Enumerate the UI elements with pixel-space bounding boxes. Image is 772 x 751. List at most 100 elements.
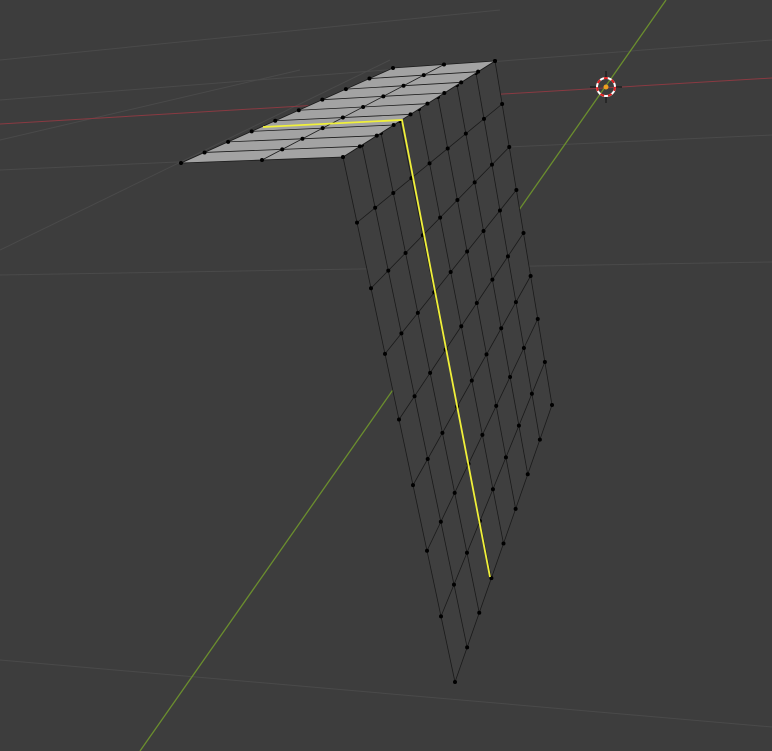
3d-cursor-icon[interactable] (590, 71, 622, 103)
vertex (415, 310, 420, 315)
vertex (386, 268, 391, 273)
vertex (381, 94, 386, 99)
vertex (391, 190, 396, 195)
vertex (500, 102, 505, 106)
grid-line (0, 659, 772, 728)
vertex (226, 139, 231, 144)
vertex (179, 161, 183, 165)
vertex (425, 101, 430, 106)
vertex (459, 80, 464, 85)
vertex (374, 133, 379, 138)
vertex (296, 108, 301, 113)
vertex (440, 430, 445, 435)
vertex (505, 254, 510, 259)
vertex (300, 136, 305, 141)
grid-line (0, 9, 501, 61)
vertex (361, 104, 366, 109)
vertex (513, 300, 518, 305)
vertex (529, 391, 534, 396)
vertex (260, 158, 264, 162)
vertex (463, 131, 468, 136)
vertex (481, 228, 486, 233)
vertex (425, 456, 430, 461)
vertex (438, 215, 443, 220)
vertex (507, 145, 512, 149)
vertex (476, 69, 481, 74)
vertex (465, 645, 470, 650)
vertex (421, 73, 426, 78)
vertex (494, 403, 499, 408)
vertex (357, 144, 362, 149)
vertex (497, 208, 502, 213)
vertex (403, 250, 408, 255)
vertex (542, 360, 547, 364)
vertex (513, 506, 518, 511)
vertex (391, 66, 395, 70)
vertex (428, 370, 433, 375)
vertex (503, 455, 508, 460)
vertex (439, 614, 443, 619)
vertex (490, 277, 495, 282)
vertex (202, 150, 207, 155)
3d-viewport[interactable] (0, 0, 772, 751)
vertex (501, 541, 506, 546)
vertex (408, 112, 413, 117)
vertex (367, 76, 372, 81)
side-panel-face (343, 61, 552, 682)
vertex (455, 197, 460, 202)
vertex (401, 83, 406, 88)
vertex (452, 490, 457, 495)
vertex (391, 123, 396, 127)
vertex (480, 432, 485, 437)
vertex (535, 317, 540, 321)
vertex (399, 331, 404, 336)
vertex (427, 161, 432, 166)
vertex (442, 91, 447, 95)
vertex (474, 300, 479, 305)
vertex (438, 519, 443, 524)
vertex (448, 269, 453, 274)
vertex (465, 249, 470, 254)
vertex (280, 147, 285, 152)
vertex (469, 378, 474, 383)
vertex (453, 680, 457, 684)
vertex (451, 582, 456, 587)
vertex (442, 62, 446, 67)
vertex (369, 286, 373, 291)
vertex (341, 155, 345, 159)
vertex (514, 188, 519, 192)
vertex (516, 423, 521, 428)
vertex (493, 59, 497, 63)
vertex (445, 146, 450, 151)
vertex (425, 548, 429, 553)
vertex (397, 417, 401, 422)
vertex (477, 610, 482, 615)
vertex (355, 220, 359, 225)
vertex (411, 483, 415, 488)
vertex (521, 231, 526, 235)
vertex (273, 118, 278, 123)
vertex (249, 129, 254, 134)
vertex (550, 403, 554, 407)
vertex (481, 116, 486, 121)
vertex (340, 115, 345, 120)
vertex (383, 351, 387, 356)
vertex (343, 87, 348, 92)
mesh-object[interactable] (179, 59, 554, 684)
vertex (508, 374, 513, 379)
vertex (525, 472, 530, 477)
vertex (489, 162, 494, 167)
vertex (320, 97, 325, 102)
vertex (373, 205, 378, 210)
vertex (459, 324, 464, 329)
vertex (490, 487, 495, 492)
vertex (528, 274, 533, 278)
vertex (537, 437, 542, 442)
vertex (464, 550, 469, 555)
viewport-canvas[interactable] (0, 0, 772, 751)
vertex (320, 126, 325, 131)
vertex (412, 394, 417, 399)
vertex (521, 345, 526, 350)
vertex (499, 326, 504, 331)
vertex (472, 180, 477, 185)
